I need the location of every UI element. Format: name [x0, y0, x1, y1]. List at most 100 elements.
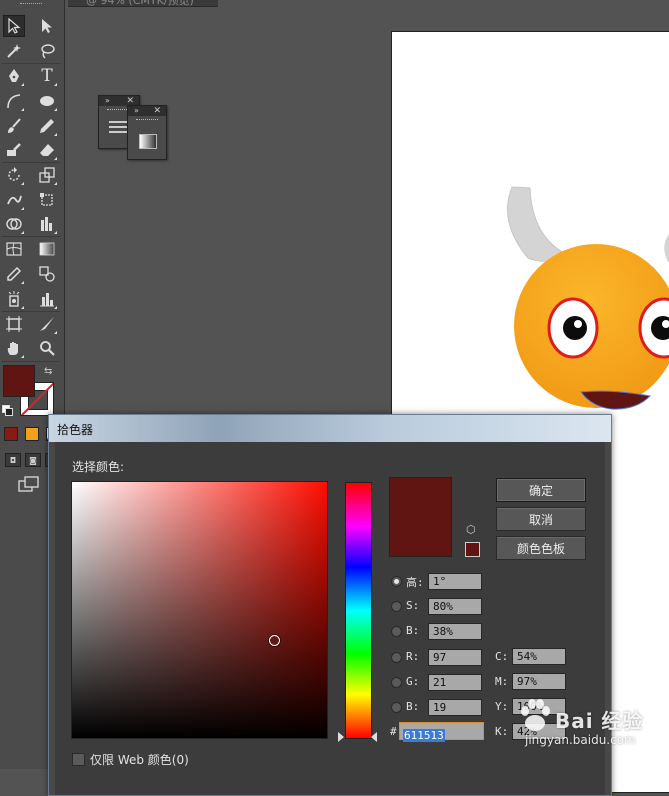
zoom-tool[interactable]	[36, 337, 58, 359]
rotate-tool[interactable]	[3, 164, 25, 186]
type-tool[interactable]: T	[36, 65, 58, 87]
hue-slider-right-arrow[interactable]	[371, 732, 377, 742]
close-icon[interactable]: ✕	[153, 106, 161, 116]
symbol-sprayer-icon	[8, 291, 20, 307]
hex-value: 611513	[403, 729, 445, 742]
mesh-icon	[6, 242, 22, 256]
collapse-icon[interactable]: »	[105, 96, 110, 106]
swap-colors-icon[interactable]: ⇆	[44, 366, 52, 377]
gradient-swatch-icon[interactable]	[139, 134, 157, 149]
symbol-sprayer-tool[interactable]	[3, 288, 25, 310]
lasso-tool[interactable]	[36, 40, 58, 62]
magenta-field[interactable]: 97%	[512, 673, 566, 690]
cyan-field[interactable]: 54%	[512, 648, 566, 665]
paintbrush-tool[interactable]	[3, 115, 25, 137]
red-radio[interactable]	[391, 652, 402, 663]
cube-icon[interactable]: ⬡	[466, 524, 478, 536]
new-color-preview	[389, 477, 452, 557]
shape-builder-tool[interactable]	[3, 213, 25, 235]
pencil-tool[interactable]	[36, 115, 58, 137]
brightness-radio[interactable]	[391, 626, 402, 637]
ok-button[interactable]: 确定	[496, 478, 586, 502]
blue-radio[interactable]	[391, 702, 402, 713]
direct-arrow-icon	[42, 19, 52, 33]
hue-label: 高:	[406, 576, 424, 589]
blob-brush-tool[interactable]	[3, 139, 25, 161]
column-graph-tool[interactable]	[36, 288, 58, 310]
direct-selection-tool[interactable]	[36, 15, 58, 37]
hand-tool[interactable]	[3, 337, 25, 359]
green-radio[interactable]	[391, 677, 402, 688]
screen-mode-icon[interactable]	[18, 476, 40, 492]
mesh-tool[interactable]	[3, 238, 25, 260]
eyedropper-tool[interactable]	[3, 263, 25, 285]
red-label: R:	[406, 650, 420, 663]
hue-slider[interactable]	[345, 482, 372, 739]
blue-field[interactable]: 19	[428, 699, 482, 716]
pen-tool[interactable]	[3, 65, 25, 87]
panel-menu-icon[interactable]	[109, 121, 127, 133]
graph-tool[interactable]	[36, 213, 58, 235]
eraser-tool[interactable]	[36, 139, 58, 161]
dialog-title: 拾色器	[57, 423, 94, 437]
selection-tool[interactable]	[3, 15, 25, 37]
default-colors-icon[interactable]	[2, 405, 13, 416]
blue-label: B:	[406, 700, 420, 713]
saturation-radio[interactable]	[391, 601, 402, 612]
gradient-tool[interactable]	[36, 238, 58, 260]
arc-tool[interactable]	[3, 90, 25, 112]
blend-icon	[39, 266, 55, 282]
rotate-icon	[8, 167, 20, 181]
web-colors-only-checkbox[interactable]	[72, 753, 85, 766]
dialog-title-bar[interactable]: 拾色器	[49, 415, 611, 442]
watermark-brand: Bai 经验	[555, 709, 644, 733]
pen-icon	[9, 69, 19, 82]
fill-color-swatch-front[interactable]	[3, 365, 35, 397]
brush-icon	[8, 118, 21, 133]
collapse-icon[interactable]: »	[134, 106, 139, 116]
green-field[interactable]: 21	[428, 674, 482, 691]
left-horn	[507, 186, 567, 262]
ellipse-tool[interactable]	[36, 90, 58, 112]
hex-field[interactable]: 611513	[399, 722, 484, 742]
gradient-mode-button[interactable]	[25, 427, 39, 441]
artboard-icon	[6, 316, 22, 332]
draw-normal-icon[interactable]: ◘	[5, 453, 21, 467]
chart-icon	[41, 217, 52, 231]
cyan-label: C:	[495, 650, 509, 663]
color-selector-circle[interactable]	[269, 635, 280, 646]
panel-grip[interactable]	[20, 3, 42, 7]
floating-panel-gradient[interactable]: » ✕	[127, 105, 167, 160]
magic-wand-tool[interactable]	[3, 40, 25, 62]
saturation-field[interactable]: 80%	[428, 598, 482, 615]
select-color-label: 选择颜色:	[72, 460, 125, 474]
shape-builder-icon	[6, 218, 22, 230]
gamut-warning-swatch[interactable]	[465, 542, 480, 557]
hue-field[interactable]: 1°	[428, 573, 482, 590]
blend-tool[interactable]	[36, 263, 58, 285]
hex-label: #	[390, 725, 397, 738]
cancel-button[interactable]: 取消	[496, 507, 586, 531]
magenta-label: M:	[495, 675, 509, 688]
type-icon: T	[41, 66, 53, 86]
saturation-brightness-field[interactable]	[71, 481, 328, 739]
slice-tool[interactable]	[36, 313, 58, 335]
color-swatches-button[interactable]: 颜色色板	[496, 536, 586, 560]
hue-radio[interactable]	[391, 576, 402, 587]
red-field[interactable]: 97	[428, 649, 482, 666]
scale-tool[interactable]	[36, 164, 58, 186]
magic-wand-icon	[7, 44, 21, 58]
hue-slider-left-arrow[interactable]	[338, 732, 344, 742]
brightness-field[interactable]: 38%	[428, 623, 482, 640]
free-transform-tool[interactable]	[36, 189, 58, 211]
watermark-url: jingyan.baidu.com	[525, 733, 636, 747]
blob-brush-icon	[7, 143, 21, 156]
draw-behind-icon[interactable]: ◙	[25, 453, 41, 467]
scale-icon	[39, 167, 55, 183]
warp-tool[interactable]	[3, 189, 25, 211]
color-mode-button[interactable]	[4, 427, 18, 441]
artboard-tool[interactable]	[3, 313, 25, 335]
arrow-icon	[8, 18, 21, 34]
yellow-label: Y:	[495, 700, 509, 713]
web-colors-only-label: 仅限 Web 颜色(0)	[90, 753, 189, 767]
